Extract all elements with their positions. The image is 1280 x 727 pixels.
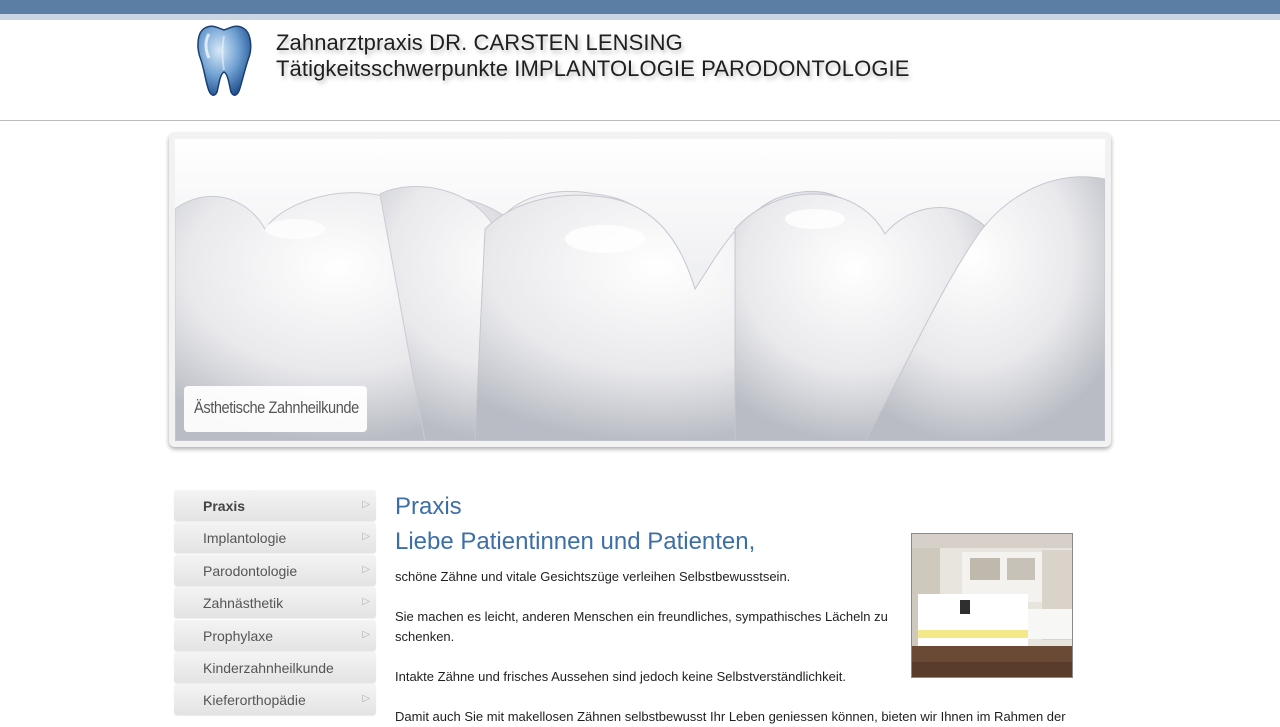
chevron-right-icon: ▷ [362, 596, 370, 608]
sidebar-item-label: Prophylaxe [203, 627, 274, 644]
sidebar-item-label: Implantologie [203, 530, 287, 547]
sidebar-item-label: Parodontologie [203, 562, 298, 579]
sidebar-nav: Praxis ▷ Implantologie ▷ Parodontologie … [174, 490, 376, 717]
sidebar-item-kieferorthopaedie[interactable]: Kieferorthopädie ▷ [174, 684, 376, 716]
content-paragraph: Intakte Zähne und frisches Aussehen sind… [395, 669, 846, 684]
chevron-right-icon: ▷ [362, 531, 370, 543]
chevron-right-icon: ▷ [362, 693, 370, 705]
sidebar-item-kinderzahnheilkunde[interactable]: Kinderzahnheilkunde [174, 651, 376, 683]
brand-title[interactable]: Zahnarztpraxis DR. CARSTEN LENSING [276, 30, 683, 56]
sidebar-item-label: Kieferorthopädie [203, 692, 306, 709]
hero-caption[interactable]: Ästhetische Zahnheilkunde [194, 398, 359, 418]
sidebar-item-zahnaesthetik[interactable]: Zahnästhetik ▷ [174, 587, 376, 619]
chevron-right-icon: ▷ [362, 499, 370, 510]
sidebar-item-label: Kinderzahnheilkunde [203, 659, 334, 676]
reception-photo-illustration [912, 534, 1072, 677]
content-paragraph: schöne Zähne und vitale Gesichtszüge ver… [395, 569, 791, 584]
sidebar-item-parodontologie[interactable]: Parodontologie ▷ [174, 554, 376, 586]
chevron-right-icon: ▷ [362, 563, 370, 575]
page-subtitle: Liebe Patientinnen und Patienten, [395, 528, 756, 555]
sidebar-item-implantologie[interactable]: Implantologie ▷ [174, 522, 376, 554]
chevron-right-icon: ▷ [362, 628, 370, 640]
sidebar-item-label: Zahnästhetik [203, 595, 284, 612]
content-paragraph: Sie machen es leicht, anderen Menschen e… [395, 609, 888, 644]
tooth-icon[interactable] [195, 22, 253, 100]
sidebar-item-praxis[interactable]: Praxis ▷ [174, 490, 376, 521]
top-accent-bar [0, 0, 1280, 14]
sidebar-item-prophylaxe[interactable]: Prophylaxe ▷ [174, 619, 376, 651]
reception-photo[interactable] [911, 533, 1073, 678]
brand-subtitle[interactable]: Tätigkeitsschwerpunkte IMPLANTOLOGIE PAR… [276, 56, 910, 82]
content-paragraph: Damit auch Sie mit makellosen Zähnen sel… [395, 709, 1066, 724]
sidebar-item-label: Praxis [203, 498, 246, 514]
page-title: Praxis [395, 493, 462, 520]
